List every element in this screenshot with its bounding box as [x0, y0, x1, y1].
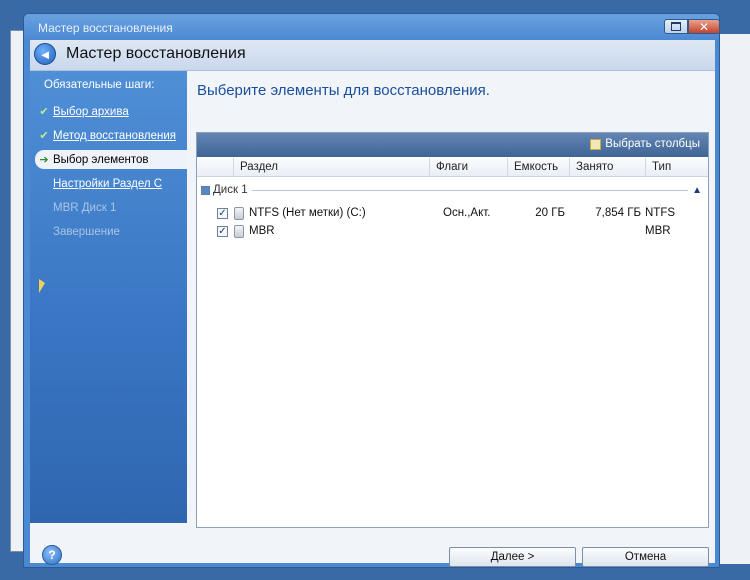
column-header-flags[interactable]: Флаги: [429, 158, 507, 176]
sidebar-item-finish: Завершение: [35, 222, 187, 241]
sidebar-item-partition-c-settings[interactable]: Настройки Раздел C: [35, 174, 187, 193]
sidebar-item-label: Настройки Раздел C: [53, 177, 163, 190]
back-arrow-icon: ◄: [38, 46, 52, 62]
next-button[interactable]: Далее >: [449, 547, 576, 567]
cell-capacity: 20 ГБ: [535, 207, 565, 219]
disk-group-label: Диск 1: [213, 184, 248, 196]
column-header-row: Раздел Флаги Емкость Занято Тип: [197, 158, 708, 177]
columns-icon: [590, 138, 602, 150]
cell-type: NTFS: [645, 207, 676, 219]
column-header-partition[interactable]: Раздел: [233, 158, 429, 176]
cell-used: 7,854 ГБ: [595, 207, 641, 219]
panel-toolbar: Выбрать столбцы: [197, 133, 708, 157]
help-button[interactable]: ?: [42, 545, 62, 565]
restore-window-button[interactable]: [664, 19, 688, 34]
column-header-capacity[interactable]: Емкость: [507, 158, 569, 176]
back-button[interactable]: ◄: [34, 43, 56, 65]
sidebar-item-select-items[interactable]: ➔ Выбор элементов: [35, 150, 187, 169]
column-header-check: [197, 158, 233, 176]
check-icon: ✔: [39, 130, 49, 142]
steps-sidebar: Обязательные шаги: ✔ Выбор архива ✔ Мето…: [30, 71, 187, 523]
sidebar-item-label: Завершение: [53, 225, 120, 238]
table-row[interactable]: ✓ NTFS (Нет метки) (C:) Осн.,Акт. 20 ГБ …: [197, 205, 708, 223]
column-header-used[interactable]: Занято: [569, 158, 645, 176]
steps-heading: Обязательные шаги:: [44, 79, 155, 91]
help-icon: ?: [48, 548, 56, 562]
column-header-type[interactable]: Тип: [645, 158, 708, 176]
cell-flags: Осн.,Акт.: [443, 207, 491, 219]
background-window-right: [718, 34, 750, 564]
sidebar-item-mbr-disk: MBR Диск 1: [35, 198, 187, 217]
cell-partition: MBR: [249, 225, 275, 237]
table-row[interactable]: ✓ MBR MBR: [197, 223, 708, 241]
arrow-right-icon: ➔: [39, 154, 49, 166]
partitions-panel: Выбрать столбцы Раздел Флаги Емкость Зан…: [196, 132, 709, 528]
restore-wizard-window: Мастер восстановления ✕ ◄ Мастер восстан…: [23, 13, 720, 568]
row-checkbox[interactable]: ✓: [217, 208, 228, 219]
select-columns-label: Выбрать столбцы: [605, 138, 700, 150]
cell-partition: NTFS (Нет метки) (C:): [249, 207, 366, 219]
select-columns-button[interactable]: Выбрать столбцы: [590, 138, 700, 150]
cell-type: MBR: [645, 225, 671, 237]
sidebar-item-label: MBR Диск 1: [53, 201, 117, 214]
close-icon: ✕: [698, 19, 710, 34]
disk-group-header[interactable]: Диск 1 ▲: [201, 182, 702, 198]
window-title: Мастер восстановления: [38, 21, 173, 35]
collapse-chevron-icon[interactable]: ▲: [692, 185, 702, 196]
restore-icon: [671, 22, 681, 31]
wizard-client-area: ◄ Мастер восстановления Обязательные шаг…: [30, 40, 715, 567]
group-divider: [251, 189, 689, 191]
sidebar-item-restore-method[interactable]: ✔ Метод восстановления: [35, 126, 187, 145]
close-window-button[interactable]: ✕: [688, 19, 720, 34]
mouse-cursor-icon: [39, 279, 45, 293]
cancel-button[interactable]: Отмена: [582, 547, 709, 567]
wizard-header: ◄ Мастер восстановления: [30, 40, 715, 71]
wizard-title: Мастер восстановления: [66, 45, 246, 62]
row-checkbox[interactable]: ✓: [217, 226, 228, 237]
page-title: Выберите элементы для восстановления.: [197, 82, 490, 99]
disk-group-icon: [201, 185, 210, 195]
check-icon: ✔: [39, 106, 49, 118]
partition-icon: [234, 225, 244, 238]
sidebar-item-label: Выбор архива: [53, 105, 129, 118]
partition-icon: [234, 207, 244, 220]
sidebar-item-label: Выбор элементов: [53, 153, 149, 166]
sidebar-item-archive[interactable]: ✔ Выбор архива: [35, 102, 187, 121]
window-titlebar[interactable]: Мастер восстановления ✕: [24, 14, 720, 40]
sidebar-item-label: Метод восстановления: [53, 129, 177, 142]
